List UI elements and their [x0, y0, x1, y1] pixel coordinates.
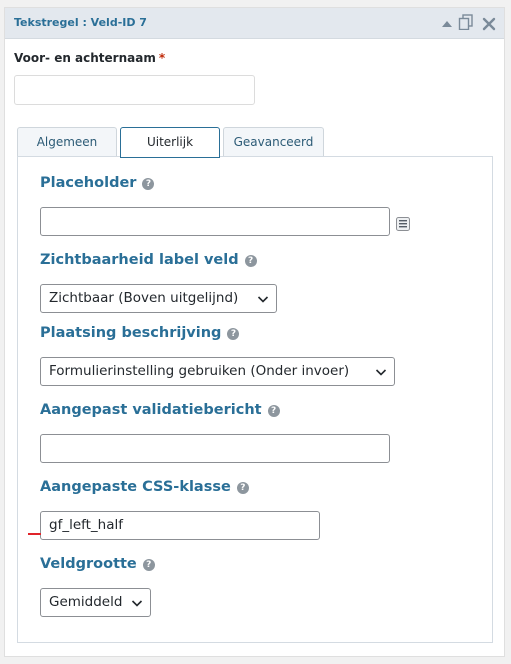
field-preview-input[interactable]: [14, 75, 255, 105]
help-icon[interactable]: ?: [244, 255, 257, 267]
help-icon[interactable]: ?: [267, 405, 280, 417]
placeholder-label-text: Placeholder: [40, 175, 137, 191]
label-visibility-label-text: Zichtbaarheid label veld: [40, 252, 239, 268]
tab-geavanceerd[interactable]: Geavanceerd: [223, 127, 324, 157]
chevron-down-icon: [131, 600, 143, 607]
validation-message-input[interactable]: [40, 434, 390, 463]
collapse-icon[interactable]: [439, 16, 455, 32]
field-size-selected: Gemiddeld: [49, 594, 123, 610]
chevron-down-icon: [375, 369, 387, 376]
field-size-setting-label: Veldgrootte?: [40, 556, 155, 572]
tab-uiterlijk[interactable]: Uiterlijk: [120, 127, 220, 158]
required-marker: *: [158, 51, 166, 65]
help-icon[interactable]: ?: [236, 482, 249, 494]
placeholder-input[interactable]: [40, 207, 390, 236]
field-size-label-text: Veldgrootte: [40, 556, 137, 572]
field-preview-label: Voor- en achternaam *: [14, 51, 165, 65]
field-size-select[interactable]: Gemiddeld: [40, 588, 151, 617]
description-placement-selected: Formulierinstelling gebruiken (Onder inv…: [49, 363, 350, 379]
description-placement-setting-label: Plaatsing beschrijving?: [40, 325, 240, 341]
css-class-label-text: Aangepaste CSS-klasse: [40, 479, 231, 495]
annotation-marker: [28, 533, 41, 535]
panel-titlebar: Tekstregel : Veld-ID 7: [5, 8, 504, 39]
tab-algemeen[interactable]: Algemeen: [17, 127, 117, 157]
merge-tag-icon[interactable]: [396, 217, 410, 231]
label-visibility-select[interactable]: Zichtbaar (Boven uitgelijnd): [40, 284, 277, 313]
validation-message-label-text: Aangepast validatiebericht: [40, 402, 262, 418]
label-visibility-selected: Zichtbaar (Boven uitgelijnd): [49, 290, 239, 306]
css-class-input[interactable]: gf_left_half: [40, 511, 320, 540]
tab-panel-uiterlijk: Placeholder? Zichtbaarheid label veld? Z…: [17, 156, 493, 643]
chevron-down-icon: [257, 296, 269, 303]
help-icon[interactable]: ?: [142, 559, 155, 571]
field-settings-panel: Tekstregel : Veld-ID 7 Voor- en achterna…: [4, 7, 505, 657]
field-preview-label-text: Voor- en achternaam: [14, 51, 156, 65]
panel-title: Tekstregel : Veld-ID 7: [14, 16, 147, 29]
label-visibility-setting-label: Zichtbaarheid label veld?: [40, 252, 257, 268]
css-class-setting-label: Aangepaste CSS-klasse?: [40, 479, 249, 495]
close-icon[interactable]: [481, 16, 497, 32]
description-placement-label-text: Plaatsing beschrijving: [40, 325, 222, 341]
validation-message-setting-label: Aangepast validatiebericht?: [40, 402, 280, 418]
placeholder-setting-label: Placeholder?: [40, 175, 155, 191]
help-icon[interactable]: ?: [142, 178, 155, 190]
help-icon[interactable]: ?: [227, 328, 240, 340]
description-placement-select[interactable]: Formulierinstelling gebruiken (Onder inv…: [40, 357, 395, 386]
duplicate-icon[interactable]: [458, 14, 474, 30]
